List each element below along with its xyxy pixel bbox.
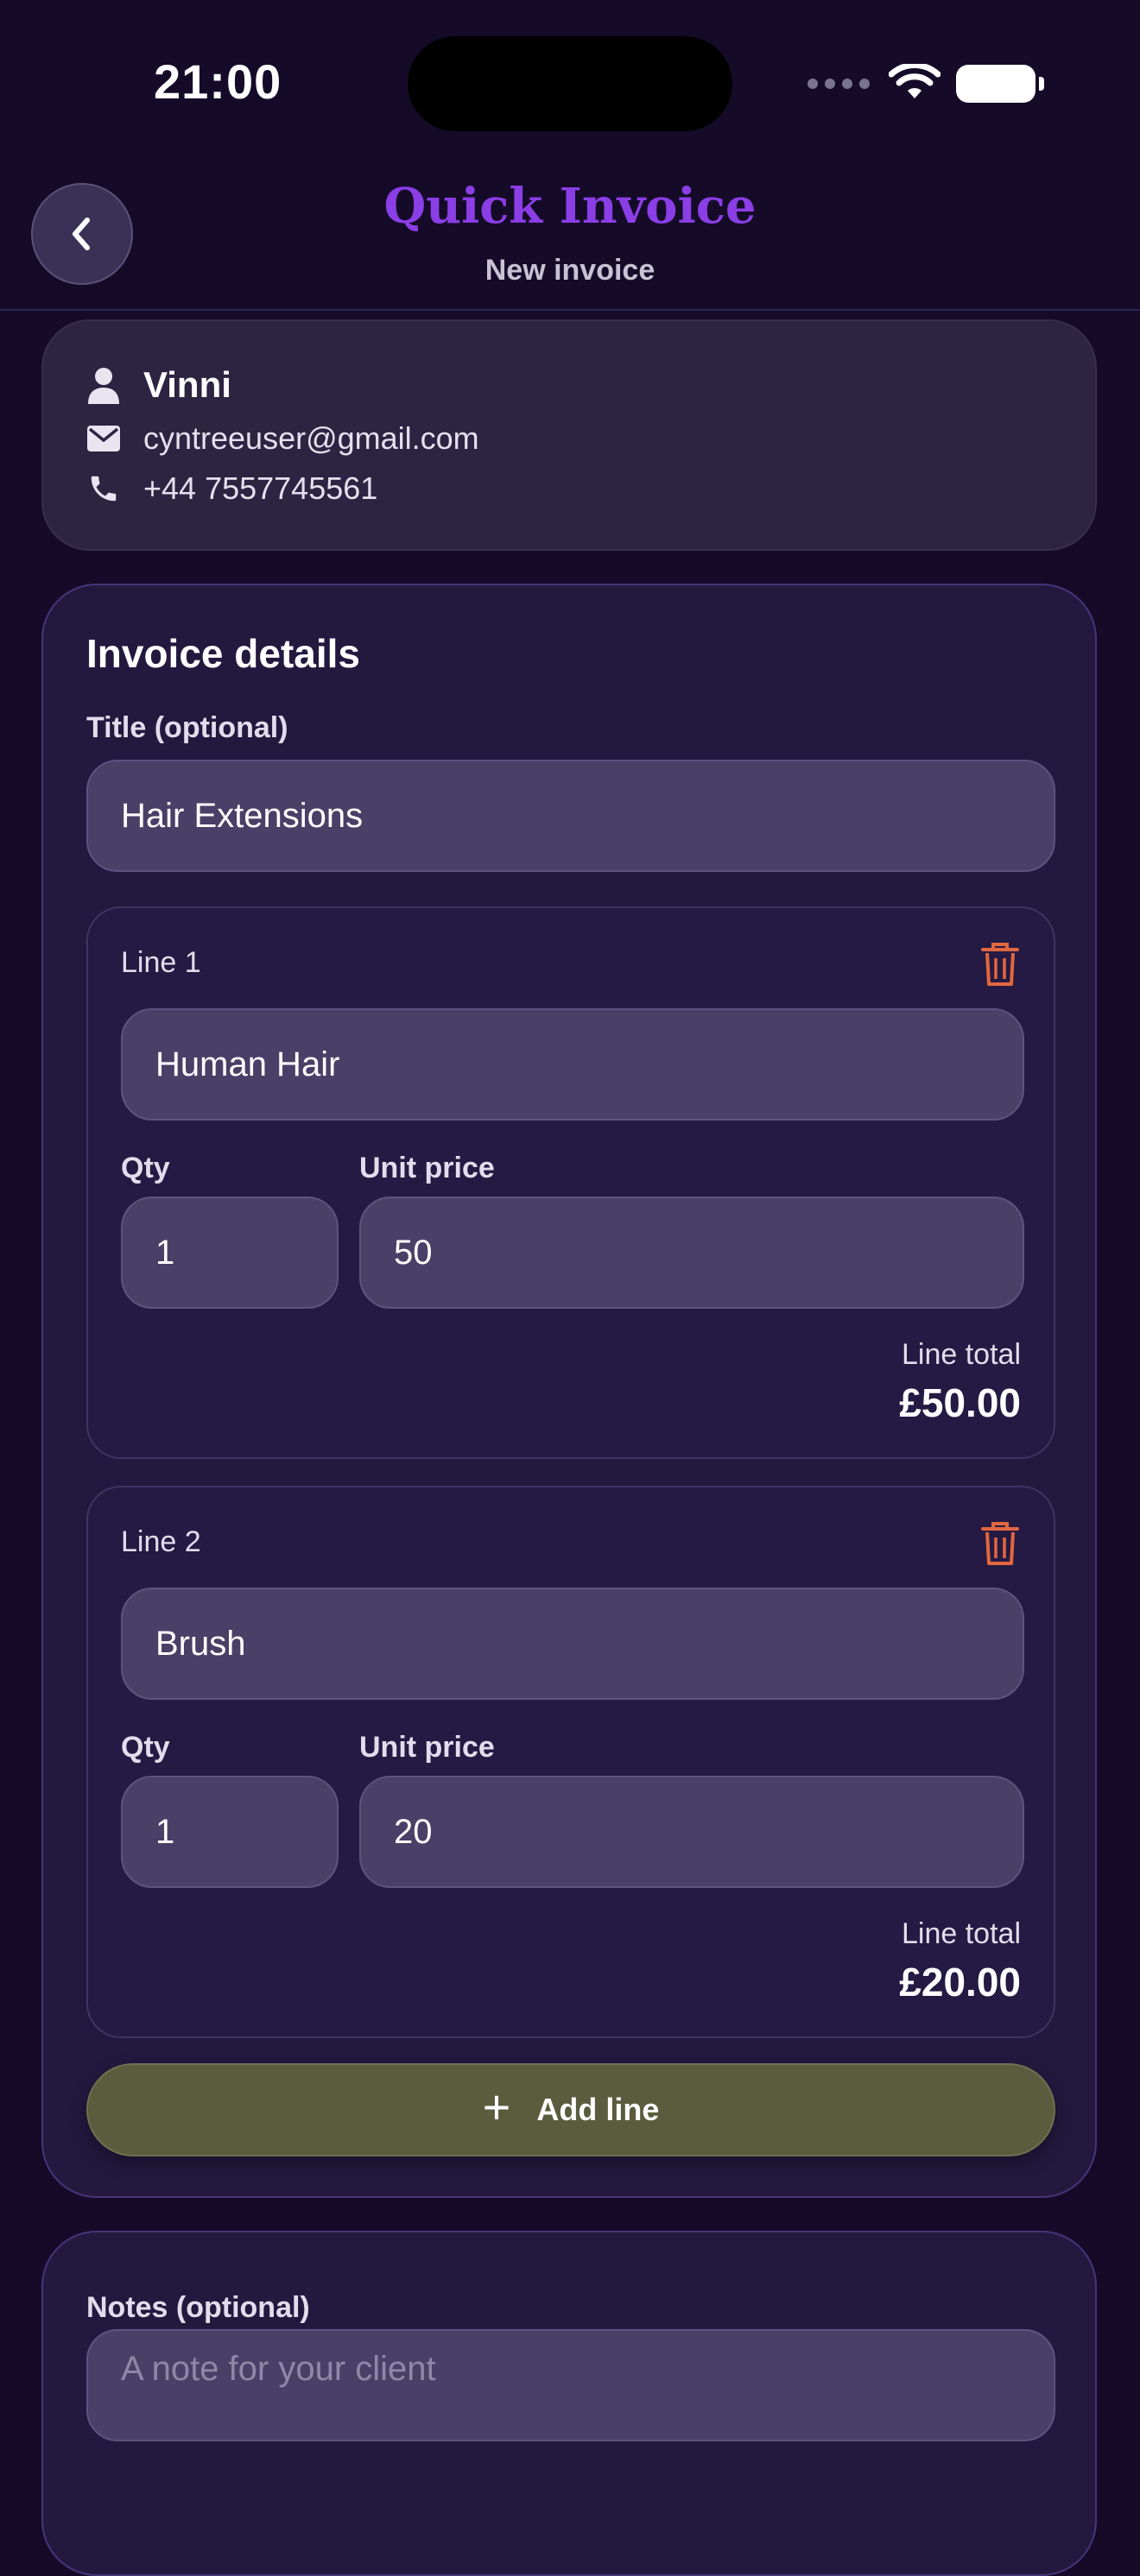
line-total-label: Line total — [902, 1338, 1021, 1371]
line-total-value: £20.00 — [899, 1960, 1021, 2005]
status-bar: 21:00 — [0, 0, 1140, 164]
battery-icon — [956, 65, 1044, 103]
page-subtitle: New invoice — [484, 254, 656, 287]
unit-price-input[interactable]: 50 — [359, 1196, 1024, 1309]
title-label: Title (optional) — [86, 711, 288, 744]
line-description-input[interactable]: Human Hair — [121, 1008, 1024, 1121]
line-total-label: Line total — [902, 1917, 1021, 1950]
navigation-header: Quick Invoice New invoice — [0, 164, 1140, 311]
client-name: Vinni — [143, 364, 231, 405]
client-email: cyntreeuser@gmail.com — [143, 420, 479, 456]
notes-card: Notes (optional) A note for your client — [41, 2231, 1097, 2576]
status-icons — [808, 62, 1044, 105]
client-phone: +44 7557745561 — [143, 470, 378, 506]
unit-price-label: Unit price — [359, 1731, 495, 1764]
qty-input[interactable]: 1 — [121, 1776, 339, 1888]
cellular-signal-icon — [808, 79, 870, 89]
unit-price-label: Unit price — [359, 1152, 495, 1184]
line-item-label: Line 2 — [121, 1525, 201, 1558]
envelope-icon — [85, 420, 123, 458]
client-email-row: cyntreeuser@gmail.com — [85, 420, 479, 458]
trash-icon[interactable] — [979, 1522, 1021, 1567]
add-line-button[interactable]: + Add line — [86, 2063, 1055, 2156]
client-name-row: Vinni — [85, 364, 231, 406]
qty-input[interactable]: 1 — [121, 1196, 339, 1309]
dynamic-island — [408, 36, 732, 131]
add-line-label: Add line — [536, 2092, 660, 2127]
wifi-icon — [889, 64, 940, 98]
qty-label: Qty — [121, 1152, 170, 1184]
page-title: Quick Invoice — [383, 178, 757, 235]
plus-icon: + — [482, 2080, 511, 2134]
trash-icon[interactable] — [979, 943, 1021, 988]
title-input[interactable]: Hair Extensions — [86, 760, 1055, 872]
invoice-details-card: Invoice details Title (optional) Hair Ex… — [41, 584, 1097, 2198]
line-item-label: Line 1 — [121, 946, 201, 979]
client-card: Vinni cyntreeuser@gmail.com +44 75577455… — [41, 319, 1097, 551]
line-total-value: £50.00 — [899, 1380, 1021, 1425]
notes-label: Notes (optional) — [86, 2291, 310, 2324]
notes-input[interactable]: A note for your client — [86, 2329, 1055, 2441]
phone-icon — [85, 470, 123, 508]
person-icon — [85, 366, 123, 404]
line-item-card: Line 2 Brush Qty Unit price 1 20 Line to… — [86, 1486, 1055, 2038]
status-time: 21:00 — [154, 54, 282, 109]
line-description-input[interactable]: Brush — [121, 1588, 1024, 1700]
line-item-card: Line 1 Human Hair Qty Unit price 1 50 Li… — [86, 906, 1055, 1459]
qty-label: Qty — [121, 1731, 170, 1764]
invoice-details-heading: Invoice details — [86, 631, 361, 676]
client-phone-row: +44 7557745561 — [85, 470, 377, 508]
unit-price-input[interactable]: 20 — [359, 1776, 1024, 1888]
